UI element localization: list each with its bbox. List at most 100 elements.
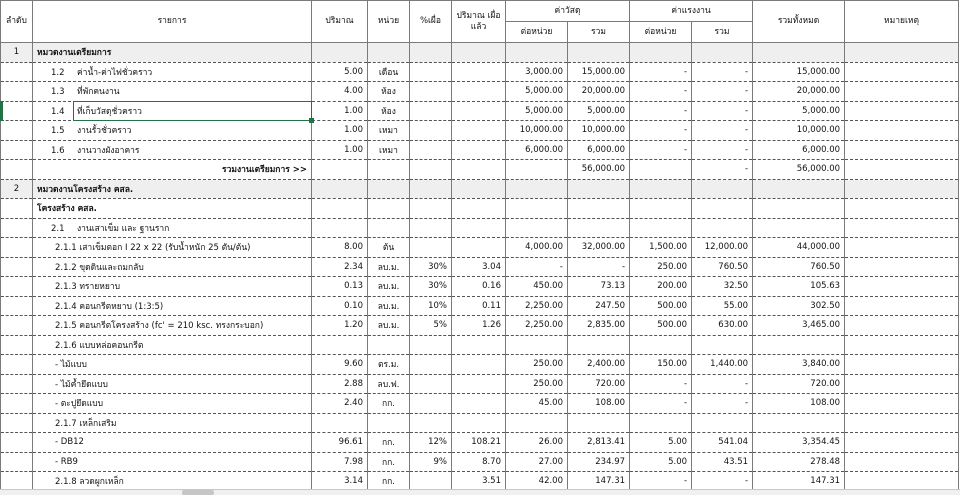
cell-grand-total[interactable]: 760.50 bbox=[752, 257, 846, 277]
cell-waste-pct[interactable] bbox=[409, 354, 452, 375]
cell-grand-total[interactable] bbox=[752, 198, 846, 219]
cell-waste-pct[interactable] bbox=[409, 393, 452, 414]
cell-qty-with-waste[interactable] bbox=[451, 335, 506, 355]
cell-labor-per-unit[interactable]: - bbox=[629, 120, 693, 141]
cell-waste-pct[interactable] bbox=[409, 140, 452, 160]
header-remark[interactable]: หมายเหตุ bbox=[844, 0, 960, 43]
cell-material-per-unit[interactable]: 2,250.00 bbox=[505, 315, 568, 336]
cell-waste-pct[interactable] bbox=[409, 335, 452, 355]
cell-no[interactable] bbox=[0, 432, 33, 453]
cell-no[interactable] bbox=[0, 62, 33, 82]
cell-waste-pct[interactable]: 5% bbox=[409, 315, 452, 336]
cell-waste-pct[interactable]: 9% bbox=[409, 452, 452, 472]
cell-qty-with-waste[interactable]: 8.70 bbox=[451, 452, 506, 472]
header-material-cost[interactable]: ค่าวัสดุ bbox=[504, 0, 631, 22]
cell-unit[interactable]: ตร.ม. bbox=[367, 354, 410, 375]
cell-waste-pct[interactable]: 12% bbox=[409, 432, 452, 453]
cell-item[interactable]: - RB9 bbox=[32, 452, 312, 472]
cell-material-sum[interactable]: 6,000.00 bbox=[566, 140, 631, 160]
cell-grand-total[interactable] bbox=[752, 413, 846, 433]
cell-grand-total[interactable] bbox=[752, 335, 846, 355]
cell-waste-pct[interactable] bbox=[409, 218, 452, 238]
cell-labor-sum[interactable] bbox=[691, 198, 754, 219]
cell-qty[interactable]: 8.00 bbox=[311, 237, 368, 258]
cell-labor-sum[interactable]: - bbox=[691, 393, 754, 414]
cell-qty[interactable]: 96.61 bbox=[311, 432, 368, 453]
cell-no[interactable] bbox=[0, 140, 33, 160]
cell-qty-with-waste[interactable]: 0.11 bbox=[451, 296, 506, 316]
cell-no[interactable] bbox=[0, 257, 33, 277]
cell-labor-sum[interactable] bbox=[691, 413, 754, 433]
cell-remark[interactable] bbox=[844, 374, 960, 394]
header-material-per-unit[interactable]: ต่อหน่วย bbox=[505, 21, 568, 43]
cell-remark[interactable] bbox=[844, 42, 960, 63]
header-item[interactable]: รายการ bbox=[32, 0, 312, 43]
cell-qty[interactable]: 1.00 bbox=[311, 140, 368, 160]
cell-material-sum[interactable] bbox=[566, 179, 631, 199]
cell-qty[interactable] bbox=[311, 198, 368, 219]
cell-material-sum[interactable]: 2,400.00 bbox=[566, 354, 631, 375]
header-labor-sum[interactable]: รวม bbox=[691, 21, 754, 43]
cell-labor-per-unit[interactable] bbox=[629, 179, 693, 199]
cell-qty[interactable]: 2.40 bbox=[311, 393, 368, 414]
cell-qty-with-waste[interactable]: 108.21 bbox=[451, 432, 506, 453]
cell-labor-per-unit[interactable]: - bbox=[629, 374, 693, 394]
cell-qty-with-waste[interactable]: 1.26 bbox=[451, 315, 506, 336]
header-labor-per-unit[interactable]: ต่อหน่วย bbox=[629, 21, 693, 43]
cell-no[interactable] bbox=[0, 159, 33, 180]
cell-remark[interactable] bbox=[844, 62, 960, 82]
cell-no[interactable] bbox=[0, 296, 33, 316]
cell-unit[interactable]: ต้น bbox=[367, 237, 410, 258]
cell-no[interactable] bbox=[0, 335, 33, 355]
cell-material-sum[interactable]: 20,000.00 bbox=[566, 81, 631, 102]
cell-material-per-unit[interactable]: 5,000.00 bbox=[505, 81, 568, 102]
cell-labor-per-unit[interactable]: - bbox=[629, 140, 693, 160]
cell-qty-with-waste[interactable]: 0.16 bbox=[451, 276, 506, 297]
header-material-sum[interactable]: รวม bbox=[566, 21, 631, 43]
cell-remark[interactable] bbox=[844, 413, 960, 433]
cell-item[interactable]: - ไม้แบบ bbox=[32, 354, 312, 375]
cell-item[interactable]: 2.1 งานเสาเข็ม และ ฐานราก bbox=[32, 218, 312, 238]
cell-unit[interactable] bbox=[367, 335, 410, 355]
cell-labor-per-unit[interactable] bbox=[629, 42, 693, 63]
cell-waste-pct[interactable]: 30% bbox=[409, 276, 452, 297]
cell-material-per-unit[interactable]: 6,000.00 bbox=[505, 140, 568, 160]
cell-no[interactable] bbox=[0, 120, 33, 141]
cell-no[interactable] bbox=[0, 237, 33, 258]
cell-labor-per-unit[interactable] bbox=[629, 159, 693, 180]
cell-grand-total[interactable]: 44,000.00 bbox=[752, 237, 846, 258]
cell-no[interactable] bbox=[0, 315, 33, 336]
cell-remark[interactable] bbox=[844, 198, 960, 219]
cell-no[interactable] bbox=[0, 101, 33, 121]
fill-handle[interactable] bbox=[308, 117, 314, 123]
cell-item[interactable]: 1.5 งานรั้วชั่วคราว bbox=[32, 120, 312, 141]
cell-qty[interactable]: 5.00 bbox=[311, 62, 368, 82]
cell-unit[interactable] bbox=[367, 198, 410, 219]
cell-qty[interactable]: 0.10 bbox=[311, 296, 368, 316]
cell-material-per-unit[interactable]: - bbox=[505, 257, 568, 277]
cell-qty-with-waste[interactable]: 3.04 bbox=[451, 257, 506, 277]
cell-grand-total[interactable]: 5,000.00 bbox=[752, 101, 846, 121]
scrollbar-thumb[interactable] bbox=[182, 490, 214, 495]
cell-no[interactable] bbox=[0, 276, 33, 297]
cell-qty[interactable]: 2.88 bbox=[311, 374, 368, 394]
cell-no[interactable] bbox=[0, 198, 33, 219]
cell-grand-total[interactable]: 105.63 bbox=[752, 276, 846, 297]
cell-labor-sum[interactable]: 43.51 bbox=[691, 452, 754, 472]
cell-qty[interactable]: 1.00 bbox=[311, 120, 368, 141]
cell-remark[interactable] bbox=[844, 432, 960, 453]
cell-grand-total[interactable] bbox=[752, 42, 846, 63]
cell-qty-with-waste[interactable] bbox=[451, 62, 506, 82]
cell-labor-sum[interactable]: - bbox=[691, 159, 754, 180]
cell-qty[interactable] bbox=[311, 159, 368, 180]
cell-waste-pct[interactable] bbox=[409, 374, 452, 394]
cell-item[interactable]: 1.2 ค่าน้ำ-ค่าไฟชั่วคราว bbox=[32, 62, 312, 82]
cell-labor-sum[interactable]: - bbox=[691, 140, 754, 160]
cell-grand-total[interactable]: 56,000.00 bbox=[752, 159, 846, 180]
cell-no[interactable]: 2 bbox=[0, 179, 33, 199]
cell-labor-sum[interactable]: - bbox=[691, 81, 754, 102]
cell-remark[interactable] bbox=[844, 120, 960, 141]
cell-item[interactable]: 2.1.6 แบบหล่อคอนกรีต bbox=[32, 335, 312, 355]
cell-labor-sum[interactable]: - bbox=[691, 62, 754, 82]
cell-no[interactable] bbox=[0, 354, 33, 375]
